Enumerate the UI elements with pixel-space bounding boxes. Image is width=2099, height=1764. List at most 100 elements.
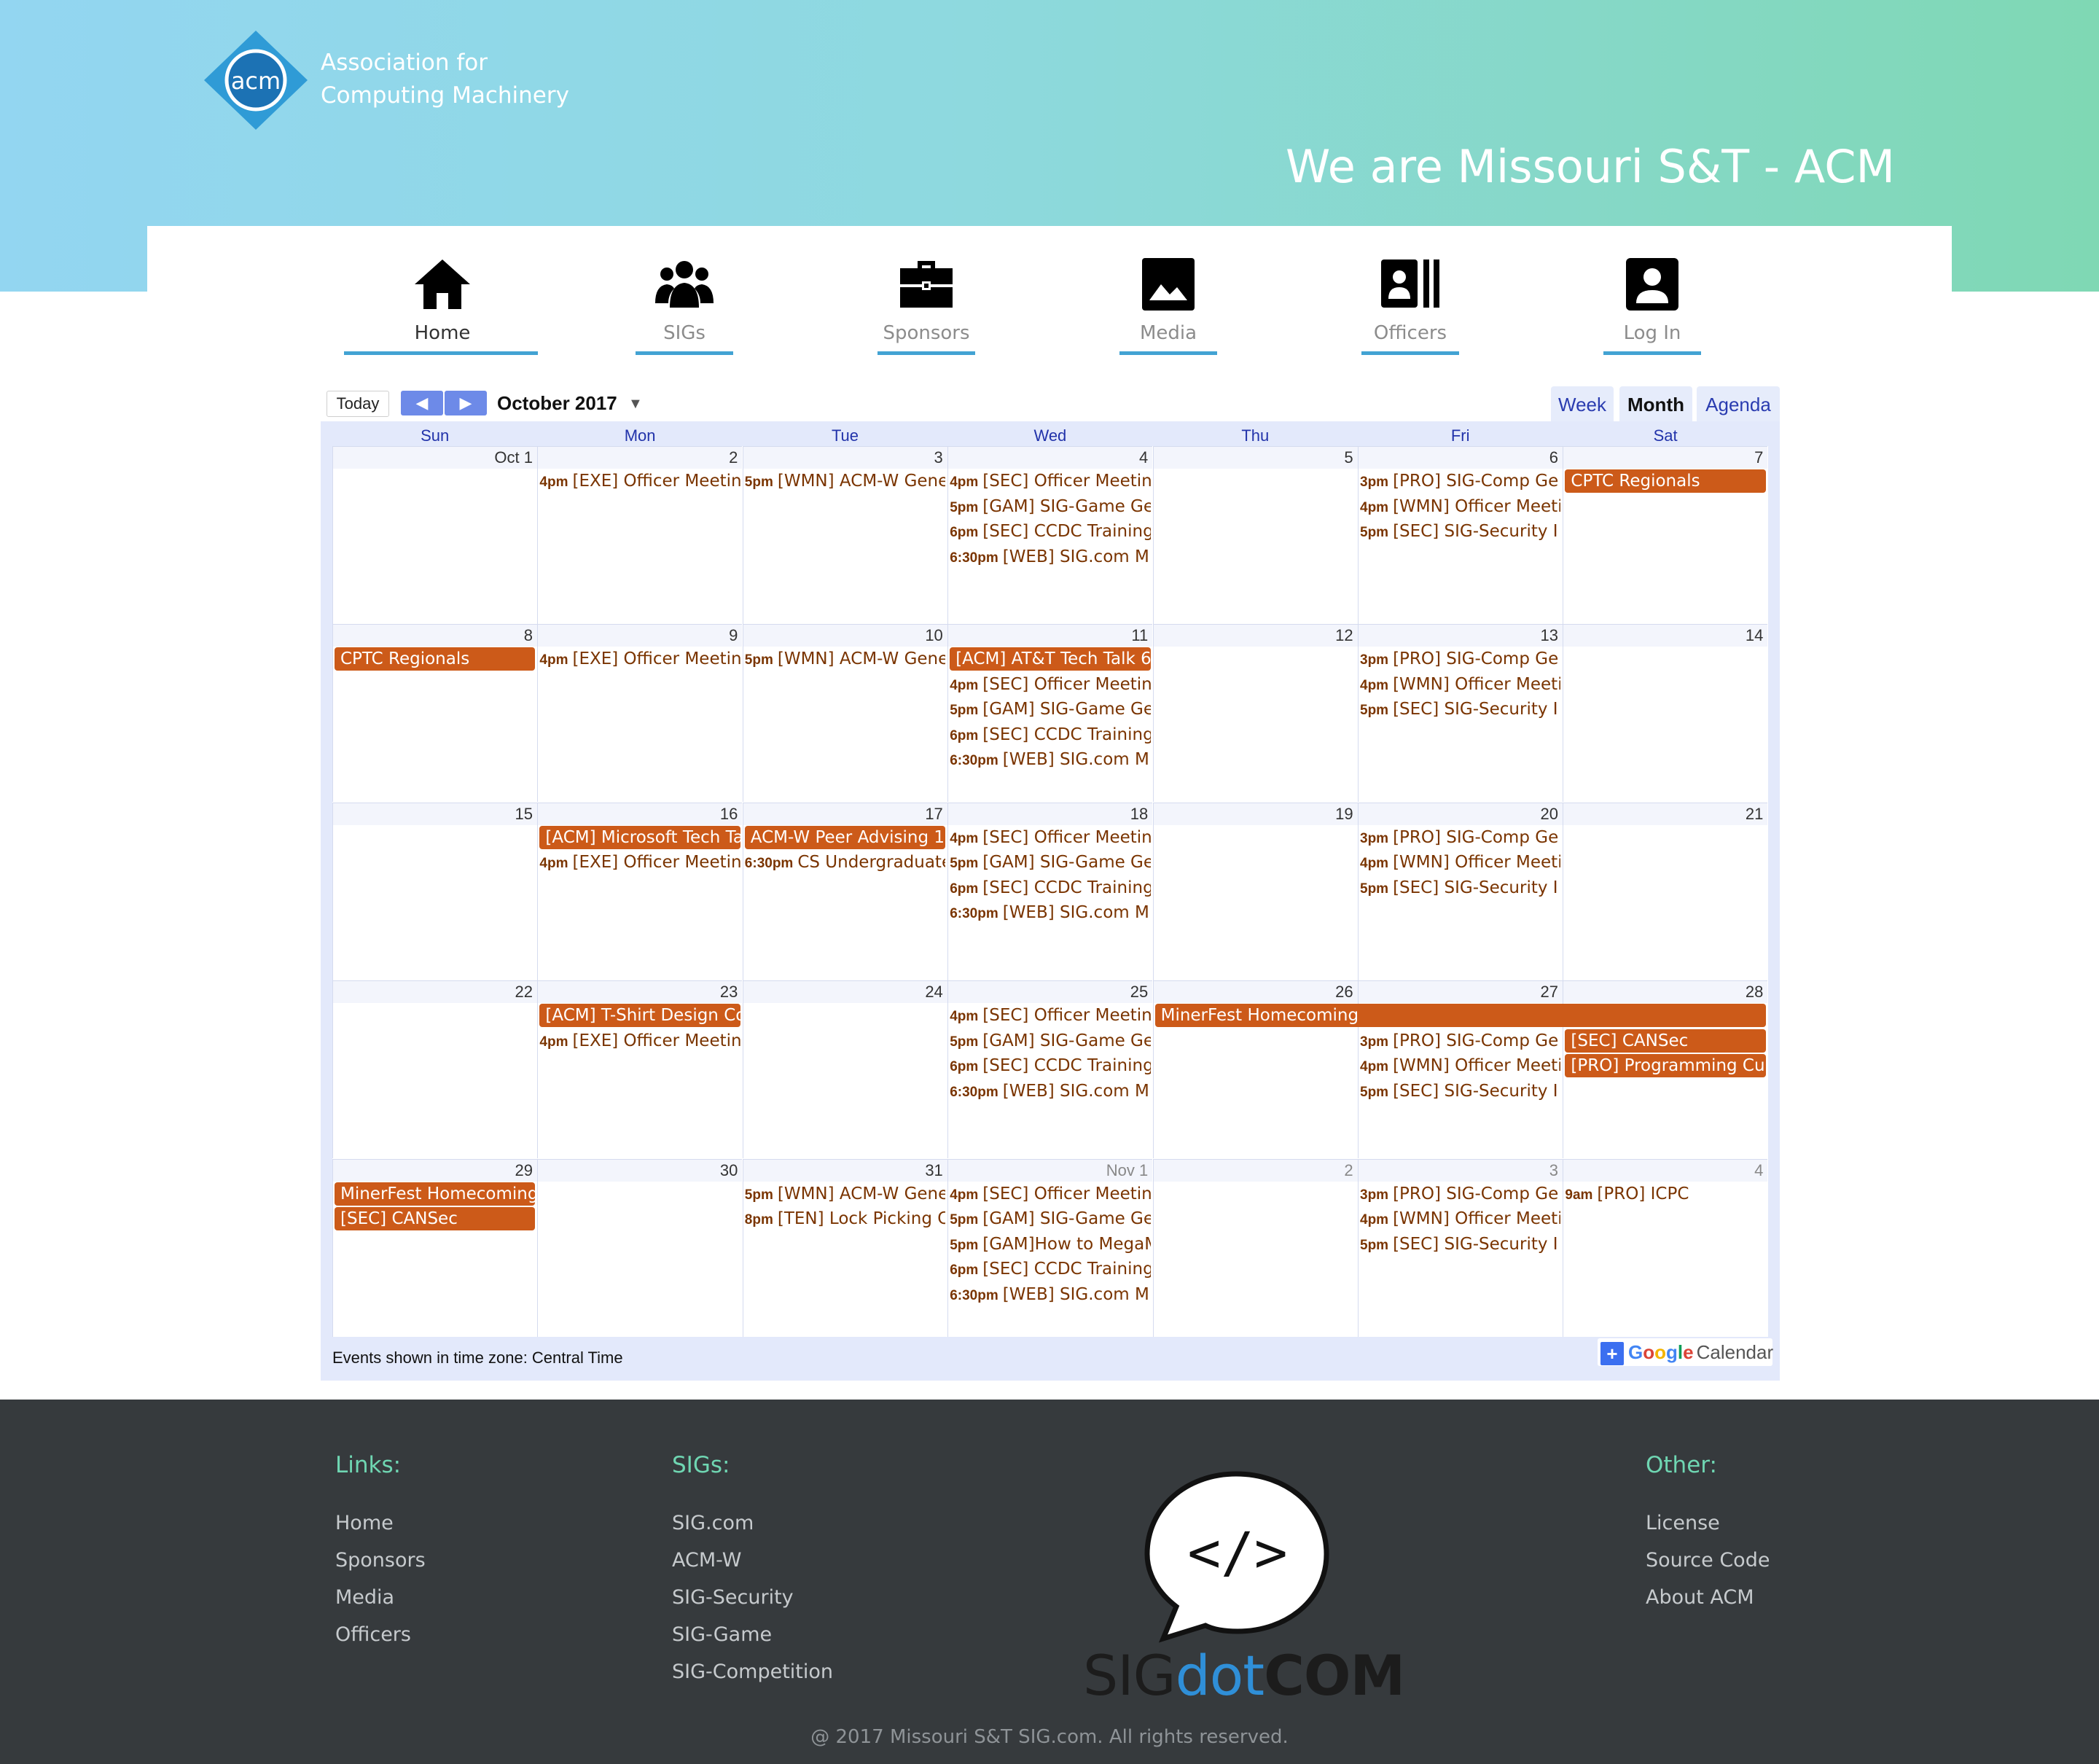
footer-link-license[interactable]: License bbox=[1646, 1505, 1770, 1542]
footer-link-acmw[interactable]: ACM-W bbox=[672, 1542, 833, 1579]
event-item[interactable]: 6:30pm [WEB] SIG.com M bbox=[950, 545, 1150, 569]
tab-week[interactable]: Week bbox=[1551, 386, 1614, 423]
google-calendar-badge[interactable]: + Google Calendar bbox=[1598, 1338, 1773, 1366]
event-item[interactable]: 4pm [EXE] Officer Meeting bbox=[539, 469, 740, 493]
day-cell[interactable]: 22 bbox=[332, 980, 537, 1159]
day-cell[interactable]: 5 bbox=[1152, 446, 1358, 624]
day-cell[interactable]: 14 bbox=[1563, 624, 1768, 803]
event-item[interactable]: 9am [PRO] ICPC bbox=[1565, 1182, 1765, 1206]
day-cell[interactable]: 15 bbox=[332, 802, 537, 980]
nav-login[interactable]: Log In bbox=[1532, 255, 1772, 364]
event-item[interactable]: 6:30pm [WEB] SIG.com M bbox=[950, 1080, 1150, 1103]
event-item[interactable]: 8pm [TEN] Lock Picking C bbox=[745, 1207, 945, 1230]
event-item[interactable]: 3pm [PRO] SIG-Comp Ge bbox=[1360, 469, 1560, 493]
event-item[interactable]: 4pm[WMN] Officer Meeting bbox=[1360, 1054, 1560, 1077]
previous-month-button[interactable]: ◀ bbox=[401, 391, 443, 415]
event-item[interactable]: 5pm[WMN] ACM-W General bbox=[745, 647, 945, 671]
footer-link-officers[interactable]: Officers bbox=[335, 1616, 426, 1653]
footer-link-about-acm[interactable]: About ACM bbox=[1646, 1579, 1770, 1616]
event-item[interactable]: 5pm [SEC] SIG-Security I bbox=[1360, 1080, 1560, 1103]
event-item[interactable]: 6:30pm [WEB] SIG.com M bbox=[950, 1283, 1150, 1306]
nav-officers[interactable]: Officers bbox=[1290, 255, 1531, 364]
footer-link-media[interactable]: Media bbox=[335, 1579, 426, 1616]
multi-day-event-bar[interactable]: MinerFest Homecoming bbox=[1154, 1004, 1766, 1028]
day-cell[interactable]: 19 bbox=[1152, 802, 1358, 980]
footer-link-sig-competition[interactable]: SIG-Competition bbox=[672, 1653, 833, 1690]
nav-home[interactable]: Home bbox=[322, 255, 563, 364]
event-bar[interactable]: ACM-W Peer Advising 11 bbox=[744, 825, 946, 849]
event-item[interactable]: 5pm [SEC] SIG-Security I bbox=[1360, 698, 1560, 721]
event-item[interactable]: 5pm [SEC] SIG-Security I bbox=[1360, 876, 1560, 899]
tab-month[interactable]: Month bbox=[1619, 386, 1692, 423]
event-bar[interactable]: [ACM] Microsoft Tech Talk bbox=[539, 825, 740, 849]
event-item[interactable]: 5pm[WMN] ACM-W General bbox=[745, 1182, 945, 1206]
event-item[interactable]: 3pm [PRO] SIG-Comp Ge bbox=[1360, 647, 1560, 671]
footer-link-sigcom[interactable]: SIG.com bbox=[672, 1505, 833, 1542]
event-time: 5pm bbox=[950, 499, 979, 515]
wordmark-sig: SIG bbox=[1083, 1643, 1176, 1708]
event-item[interactable]: 6pm [SEC] CCDC Training bbox=[950, 876, 1150, 899]
tab-agenda[interactable]: Agenda bbox=[1697, 386, 1780, 423]
event-item[interactable]: 5pm [SEC] SIG-Security I bbox=[1360, 1233, 1560, 1256]
footer-link-source-code[interactable]: Source Code bbox=[1646, 1542, 1770, 1579]
event-item[interactable]: 6pm [SEC] CCDC Training bbox=[950, 1054, 1150, 1077]
month-picker-caret-icon[interactable]: ▼ bbox=[628, 391, 643, 417]
acm-logo[interactable]: acm bbox=[203, 29, 309, 131]
day-cell[interactable]: 12 bbox=[1152, 624, 1358, 803]
event-item[interactable]: 5pm [GAM]How to MegaM bbox=[950, 1233, 1150, 1256]
event-item[interactable]: 4pm [SEC] Officer Meeting bbox=[950, 1182, 1150, 1206]
event-bar[interactable]: CPTC Regionals bbox=[335, 647, 536, 671]
event-item[interactable]: 4pm [EXE] Officer Meeting bbox=[539, 1029, 740, 1053]
event-item[interactable]: 3pm [PRO] SIG-Comp Ge bbox=[1360, 1029, 1560, 1053]
event-item[interactable]: 5pm[GAM] SIG-Game General bbox=[950, 1029, 1150, 1053]
event-bar[interactable]: [ACM] T-Shirt Design Co bbox=[539, 1004, 740, 1028]
event-item[interactable]: 4pm[WMN] Officer Meeting bbox=[1360, 851, 1560, 874]
event-item[interactable]: 5pm[GAM] SIG-Game General bbox=[950, 698, 1150, 721]
event-item[interactable]: 4pm[WMN] Officer Meeting bbox=[1360, 673, 1560, 696]
event-title: [WMN] ACM-W General bbox=[777, 472, 946, 491]
event-item[interactable]: 4pm[WMN] Officer Meeting bbox=[1360, 1207, 1560, 1230]
day-cell[interactable]: 21 bbox=[1563, 802, 1768, 980]
event-item[interactable]: 4pm[WMN] Officer Meeting bbox=[1360, 495, 1560, 518]
event-item[interactable]: 5pm[GAM] SIG-Game General bbox=[950, 1207, 1150, 1230]
event-bar[interactable]: CPTC Regionals bbox=[1565, 469, 1766, 493]
event-item[interactable]: 4pm [SEC] Officer Meeting bbox=[950, 1004, 1150, 1027]
event-item[interactable]: 3pm [PRO] SIG-Comp Ge bbox=[1360, 826, 1560, 849]
event-item[interactable]: 4pm [SEC] Officer Meeting bbox=[950, 673, 1150, 696]
event-item[interactable]: 4pm [EXE] Officer Meeting bbox=[539, 851, 740, 874]
event-bar[interactable]: [SEC] CANSec bbox=[1565, 1029, 1766, 1053]
event-item[interactable]: 3pm [PRO] SIG-Comp Ge bbox=[1360, 1182, 1560, 1206]
day-cell[interactable]: 2 bbox=[1152, 1158, 1358, 1337]
event-item[interactable]: 6:30pm [WEB] SIG.com M bbox=[950, 901, 1150, 924]
event-bar[interactable]: [PRO] Programming Cup bbox=[1565, 1054, 1766, 1078]
event-bar[interactable]: [SEC] CANSec bbox=[335, 1207, 536, 1231]
event-item[interactable]: 4pm [SEC] Officer Meeting bbox=[950, 469, 1150, 493]
footer-link-sig-game[interactable]: SIG-Game bbox=[672, 1616, 833, 1653]
event-bar[interactable]: [ACM] AT&T Tech Talk 6 bbox=[950, 647, 1151, 671]
footer-link-sig-security[interactable]: SIG-Security bbox=[672, 1579, 833, 1616]
footer-link-home[interactable]: Home bbox=[335, 1505, 426, 1542]
day-cell[interactable]: Oct 1 bbox=[332, 446, 537, 624]
event-item[interactable]: 6pm [SEC] CCDC Training bbox=[950, 520, 1150, 543]
day-cell[interactable]: 30 bbox=[537, 1158, 743, 1337]
event-item[interactable]: 5pm[GAM] SIG-Game General bbox=[950, 495, 1150, 518]
event-item[interactable]: 6:30pm [WEB] SIG.com M bbox=[950, 748, 1150, 771]
event-item[interactable]: 6pm [SEC] CCDC Training bbox=[950, 723, 1150, 746]
event-item[interactable]: 6pm [SEC] CCDC Training bbox=[950, 1257, 1150, 1281]
footer-link-sponsors[interactable]: Sponsors bbox=[335, 1542, 426, 1579]
event-item[interactable]: 5pm [SEC] SIG-Security I bbox=[1360, 520, 1560, 543]
event-item[interactable]: 4pm [SEC] Officer Meeting bbox=[950, 826, 1150, 849]
event-item[interactable]: 6:30pm CS Undergraduate bbox=[745, 851, 945, 874]
next-month-button[interactable]: ▶ bbox=[445, 391, 487, 415]
plus-icon: + bbox=[1600, 1342, 1624, 1366]
nav-media[interactable]: Media bbox=[1048, 255, 1289, 364]
event-item[interactable]: 4pm [EXE] Officer Meeting bbox=[539, 647, 740, 671]
nav-sigs[interactable]: SIGs bbox=[564, 255, 805, 364]
nav-sponsors[interactable]: Sponsors bbox=[806, 255, 1047, 364]
today-button[interactable]: Today bbox=[327, 391, 389, 417]
event-item[interactable]: 5pm[GAM] SIG-Game General bbox=[950, 851, 1150, 874]
day-cell[interactable]: 24 bbox=[742, 980, 947, 1159]
event-time: 4pm bbox=[950, 830, 979, 846]
event-bar[interactable]: MinerFest Homecoming bbox=[335, 1182, 536, 1206]
event-item[interactable]: 5pm[WMN] ACM-W General bbox=[745, 469, 945, 493]
